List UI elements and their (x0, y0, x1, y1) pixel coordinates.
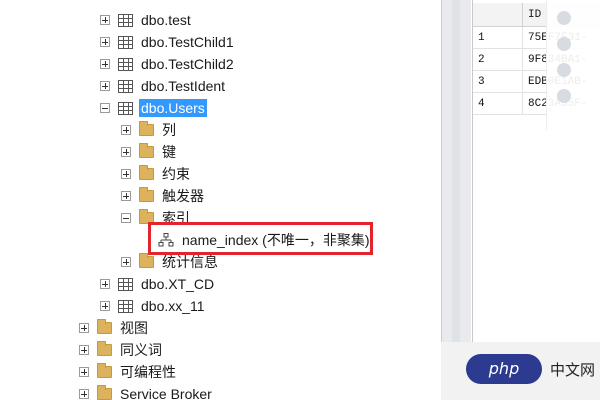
tree-node-constraints[interactable]: 约束 (121, 163, 192, 185)
splitter[interactable] (441, 0, 471, 400)
expand-icon[interactable] (79, 323, 89, 333)
tree-node-keys[interactable]: 键 (121, 141, 178, 163)
tree-node-label: 同义词 (120, 342, 162, 358)
tree-node-service-broker[interactable]: Service Broker (79, 383, 214, 400)
share-icon[interactable] (557, 37, 571, 51)
table-icon (118, 35, 133, 49)
grid-row-number: 4 (473, 93, 523, 115)
tree-node-columns[interactable]: 列 (121, 119, 178, 141)
folder-icon (97, 319, 112, 334)
tree-node-label: dbo.TestChild1 (141, 34, 234, 50)
table-icon (118, 277, 133, 291)
expand-icon[interactable] (121, 169, 131, 179)
share-icon[interactable] (557, 63, 571, 77)
tree-node-views[interactable]: 视图 (79, 317, 150, 339)
folder-icon (139, 143, 154, 158)
tree-node-label: dbo.test (141, 12, 191, 28)
tree-node-triggers[interactable]: 触发器 (121, 185, 206, 207)
tree-node-label: 视图 (120, 320, 148, 336)
grid-corner-header (473, 3, 523, 27)
tree-node-label: dbo.xx_11 (141, 298, 205, 314)
tree-node-programmability[interactable]: 可编程性 (79, 361, 178, 383)
tree-node-dbo-xt-cd[interactable]: dbo.XT_CD (100, 273, 216, 295)
expand-icon[interactable] (79, 389, 89, 399)
grid-row-number: 1 (473, 27, 523, 49)
tree-node-label: dbo.Users (139, 99, 207, 117)
tree-node-label: dbo.XT_CD (141, 276, 215, 292)
table-icon (118, 299, 133, 313)
expand-icon[interactable] (100, 279, 110, 289)
tree-node-dbo-testchild1[interactable]: dbo.TestChild1 (100, 31, 236, 53)
tree-node-label: dbo.TestChild2 (141, 56, 234, 72)
table-icon (118, 101, 133, 115)
tree-node-dbo-users[interactable]: dbo.Users (100, 97, 207, 119)
grid-row-number: 3 (473, 71, 523, 93)
expand-icon[interactable] (79, 345, 89, 355)
tree-node-label: 可编程性 (120, 364, 176, 380)
expand-icon[interactable] (100, 59, 110, 69)
tree-node-label: 列 (162, 122, 176, 138)
grid-row-number: 2 (473, 49, 523, 71)
tree-node-dbo-testchild2[interactable]: dbo.TestChild2 (100, 53, 236, 75)
floating-share-widget (546, 0, 600, 130)
table-icon (118, 79, 133, 93)
expand-icon[interactable] (121, 147, 131, 157)
expand-icon[interactable] (121, 125, 131, 135)
site-watermark: php 中文网 (466, 354, 595, 384)
tree-node-label: 触发器 (162, 188, 204, 204)
table-icon (118, 13, 133, 27)
folder-icon (97, 363, 112, 378)
folder-icon (139, 187, 154, 202)
collapse-icon[interactable] (121, 213, 131, 223)
expand-icon[interactable] (100, 37, 110, 47)
folder-icon (139, 165, 154, 180)
expand-icon[interactable] (121, 191, 131, 201)
php-logo-text: php (488, 359, 519, 378)
php-logo: php (466, 354, 542, 384)
tree-node-dbo-xx-11[interactable]: dbo.xx_11 (100, 295, 207, 317)
tree-node-label: 约束 (162, 166, 190, 182)
expand-icon[interactable] (79, 367, 89, 377)
watermark-text: 中文网 (550, 360, 596, 379)
folder-icon (139, 253, 154, 268)
tree-node-label: dbo.TestIdent (141, 78, 226, 94)
folder-icon (97, 341, 112, 356)
folder-icon (139, 121, 154, 136)
tree-node-dbo-test[interactable]: dbo.test (100, 9, 193, 31)
table-icon (118, 57, 133, 71)
php-logo-mark: php (467, 355, 541, 383)
object-explorer-tree: dbo.test dbo.TestChild1 dbo.TestChild2 d… (0, 0, 441, 400)
tree-node-label: 键 (162, 144, 176, 160)
folder-icon (97, 385, 112, 400)
expand-icon[interactable] (121, 257, 131, 267)
share-icon[interactable] (557, 89, 571, 103)
expand-icon[interactable] (100, 15, 110, 25)
tree-node-dbo-testident[interactable]: dbo.TestIdent (100, 75, 227, 97)
expand-icon[interactable] (100, 301, 110, 311)
collapse-icon[interactable] (100, 103, 110, 113)
expand-icon[interactable] (100, 81, 110, 91)
tree-node-synonyms[interactable]: 同义词 (79, 339, 164, 361)
annotation-highlight-box (148, 222, 373, 255)
share-icon[interactable] (557, 11, 571, 25)
tree-node-label: Service Broker (120, 386, 212, 400)
